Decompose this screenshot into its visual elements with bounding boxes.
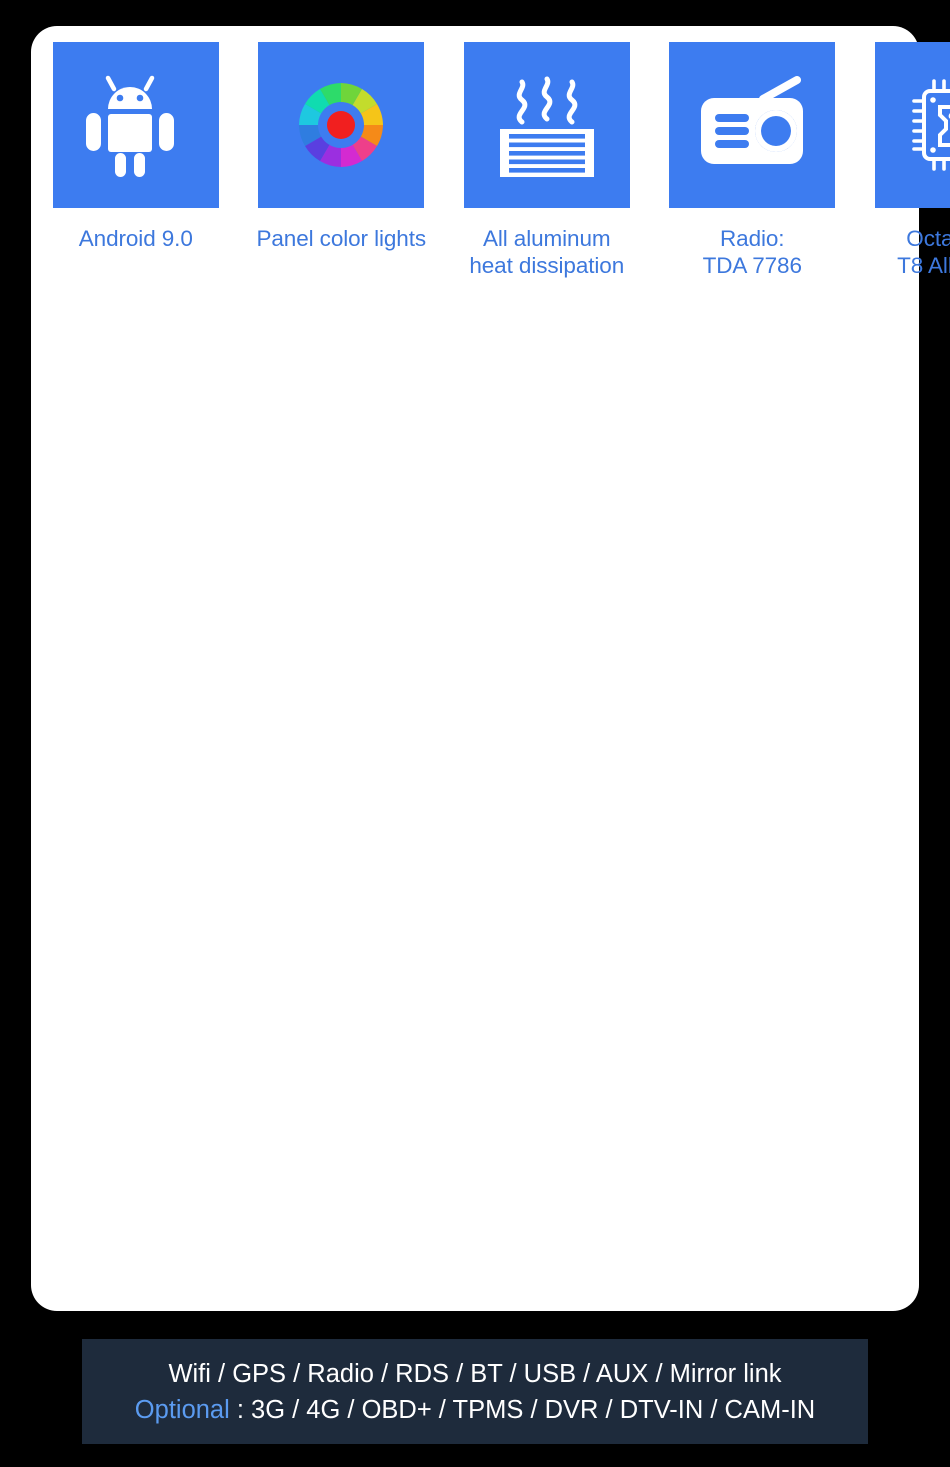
feature-item-android[interactable]: Android 9.0 — [33, 42, 239, 355]
heatsink-icon — [463, 42, 630, 208]
feature-grid: Android 9.0 Panel color lights All alumi… — [33, 42, 950, 355]
banner-line-standard: Wifi / GPS / Radio / RDS / BT / USB / AU… — [168, 1359, 782, 1388]
feature-item-radio[interactable]: Radio: TDA 7786 — [650, 42, 856, 355]
feature-label: Android 9.0 — [78, 226, 193, 251]
feature-item-heat-dissipation[interactable]: All aluminum heat dissipation — [444, 42, 650, 355]
feature-summary-banner: Wifi / GPS / Radio / RDS / BT / USB / AU… — [82, 1339, 868, 1444]
feature-item-cpu[interactable]: Octa-Core T8 Alliwnner — [855, 42, 950, 355]
feature-item-panel-lights[interactable]: Panel color lights — [239, 42, 445, 355]
banner-optional-label: Optional — [134, 1395, 230, 1424]
color-wheel-icon — [258, 42, 425, 208]
feature-row: Octa-Core T8 Alliwnner — [855, 42, 950, 355]
feature-label: All aluminum heat dissipation — [469, 226, 625, 278]
page-root: Android 9.0 Panel color lights All alumi… — [0, 0, 950, 1467]
feature-row: Android 9.0 Panel color lights All alumi… — [33, 42, 855, 355]
android-robot-icon — [52, 42, 219, 208]
banner-optional-items: : 3G / 4G / OBD+ / TPMS / DVR / DTV-IN /… — [229, 1395, 816, 1424]
feature-label: Panel color lights — [256, 226, 427, 251]
feature-label: Octa-Core T8 Alliwnner — [897, 226, 950, 278]
radio-icon — [669, 42, 836, 208]
banner-line-optional: Optional : 3G / 4G / OBD+ / TPMS / DVR /… — [135, 1392, 815, 1428]
cpu-chip-icon — [874, 42, 950, 208]
feature-label: Radio: TDA 7786 — [702, 226, 802, 278]
